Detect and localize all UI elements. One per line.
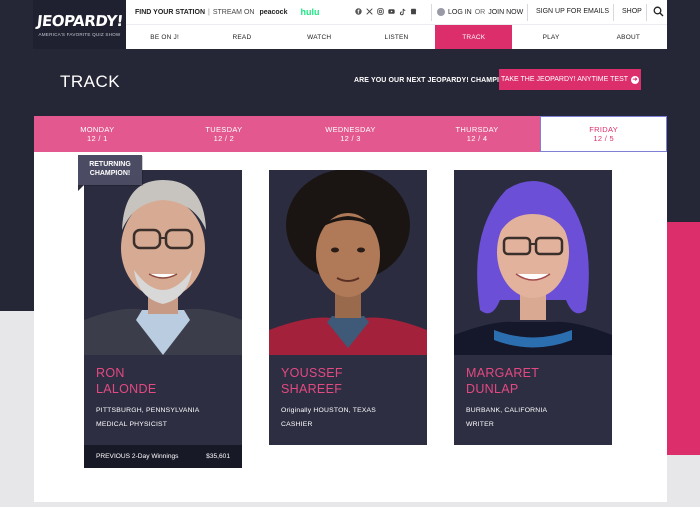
contestant-first-name: YOUSSEF <box>281 366 343 380</box>
day-tab-friday[interactable]: FRIDAY 12 / 5 <box>540 116 667 152</box>
hulu-link[interactable]: hulu <box>300 7 319 17</box>
or-label: OR <box>474 8 486 16</box>
decorative-strip <box>667 222 700 455</box>
youtube-icon[interactable] <box>388 7 395 16</box>
returning-champion-badge: RETURNING CHAMPION! <box>78 155 142 185</box>
nav-about[interactable]: ABOUT <box>590 25 667 49</box>
day-tabs: MONDAY 12 / 1 TUESDAY 12 / 2 WEDNESDAY 1… <box>34 116 667 152</box>
contestant-location: PITTSBURGH, PENNSYLVANIA <box>96 406 200 414</box>
contestant-photo <box>269 170 427 355</box>
nav-watch[interactable]: WATCH <box>281 25 358 49</box>
nav-play[interactable]: PLAY <box>512 25 589 49</box>
contestant-photo <box>84 170 242 355</box>
join-now-link[interactable]: JOIN NOW <box>488 9 523 16</box>
tiktok-icon[interactable] <box>399 7 406 16</box>
divider <box>527 4 528 21</box>
nav-read[interactable]: READ <box>203 25 280 49</box>
nav-track[interactable]: TRACK <box>435 25 513 49</box>
divider <box>431 4 432 21</box>
day-date: 12 / 2 <box>213 134 235 143</box>
divider <box>613 4 614 21</box>
contestant-last-name: DUNLAP <box>466 382 519 397</box>
login-link[interactable]: LOG IN <box>448 9 472 16</box>
signup-emails-link[interactable]: SIGN UP FOR EMAILS <box>536 8 609 15</box>
contestant-last-name: SHAREEF <box>281 382 343 397</box>
contestant-location: BURBANK, CALIFORNIA <box>466 406 548 414</box>
day-name: THURSDAY <box>455 124 499 134</box>
nav-be-on-j[interactable]: BE ON J! <box>126 25 203 49</box>
logo-wordmark: JEOPARDY! <box>35 12 124 30</box>
contestant-card[interactable]: RON LALONDE PITTSBURGH, PENNSYLVANIA MED… <box>84 170 242 468</box>
contestant-occupation: CASHIER <box>281 420 313 428</box>
day-date: 12 / 4 <box>466 134 488 143</box>
day-date: 12 / 1 <box>87 134 108 143</box>
contestant-occupation: WRITER <box>466 420 495 428</box>
user-icon <box>437 8 445 16</box>
jeopardy-logo[interactable]: JEOPARDY! AMERICA'S FAVORITE QUIZ SHOW <box>33 0 126 49</box>
day-date: 12 / 3 <box>340 134 361 143</box>
login-area: LOG IN OR JOIN NOW <box>437 8 523 16</box>
contestant-info: YOUSSEF SHAREEF Originally HOUSTON, TEXA… <box>269 355 427 445</box>
instagram-icon[interactable] <box>377 7 384 16</box>
day-name: MONDAY <box>80 124 115 134</box>
stream-on-label: STREAM ON <box>212 8 255 16</box>
contestant-card[interactable]: YOUSSEF SHAREEF Originally HOUSTON, TEXA… <box>269 170 427 445</box>
day-tab-tuesday[interactable]: TUESDAY 12 / 2 <box>160 116 288 152</box>
day-tab-monday[interactable]: MONDAY 12 / 1 <box>34 116 161 152</box>
x-icon[interactable] <box>366 7 373 16</box>
social-icons: f <box>355 7 417 16</box>
page-title: TRACK <box>60 72 121 91</box>
store-icon[interactable] <box>410 7 417 16</box>
winnings-bar: PREVIOUS 2-Day Winnings $35,601 <box>84 445 242 468</box>
contestant-first-name: MARGARET <box>466 366 540 380</box>
anytime-test-label: TAKE THE JEOPARDY! ANYTIME TEST <box>500 76 629 83</box>
anytime-test-button[interactable]: TAKE THE JEOPARDY! ANYTIME TEST ➜ <box>499 69 641 90</box>
promo-text: ARE YOU OUR NEXT JEOPARDY! CHAMPION? <box>354 77 515 84</box>
contestant-info: MARGARET DUNLAP BURBANK, CALIFORNIA WRIT… <box>454 355 612 445</box>
contestant-location: Originally HOUSTON, TEXAS <box>281 406 377 414</box>
day-tab-wednesday[interactable]: WEDNESDAY 12 / 3 <box>287 116 414 152</box>
facebook-icon[interactable]: f <box>355 7 362 16</box>
contestant-photo <box>454 170 612 355</box>
nav-listen[interactable]: LISTEN <box>358 25 435 49</box>
winnings-value: $35,601 <box>206 453 230 460</box>
contestant-first-name: RON <box>96 366 125 380</box>
badge-fold <box>78 185 84 191</box>
day-tab-thursday[interactable]: THURSDAY 12 / 4 <box>413 116 541 152</box>
day-name: FRIDAY <box>589 124 619 134</box>
day-name: WEDNESDAY <box>325 124 376 134</box>
contestant-occupation: MEDICAL PHYSICIST <box>96 420 168 428</box>
arrow-right-icon: ➜ <box>631 75 640 84</box>
main-navigation: BE ON J! READ WATCH LISTEN TRACK PLAY AB… <box>126 25 667 49</box>
logo-tagline: AMERICA'S FAVORITE QUIZ SHOW <box>38 32 121 37</box>
divider <box>646 4 647 21</box>
shop-link[interactable]: SHOP <box>622 8 642 15</box>
day-name: TUESDAY <box>205 124 243 134</box>
find-station-link[interactable]: FIND YOUR STATION <box>135 9 205 16</box>
contestant-card[interactable]: MARGARET DUNLAP BURBANK, CALIFORNIA WRIT… <box>454 170 612 445</box>
peacock-link[interactable]: peacock <box>259 9 287 16</box>
contestant-info: RON LALONDE PITTSBURGH, PENNSYLVANIA MED… <box>84 355 242 445</box>
day-date: 12 / 5 <box>593 134 614 143</box>
search-icon[interactable] <box>653 6 664 17</box>
divider: | <box>208 8 210 16</box>
contestant-last-name: LALONDE <box>96 382 157 397</box>
badge-line: CHAMPION! <box>89 170 131 177</box>
winnings-label: PREVIOUS 2-Day Winnings <box>96 453 179 460</box>
badge-line: RETURNING <box>89 161 131 169</box>
utility-bar: FIND YOUR STATION | STREAM ON peacock hu… <box>126 0 667 25</box>
